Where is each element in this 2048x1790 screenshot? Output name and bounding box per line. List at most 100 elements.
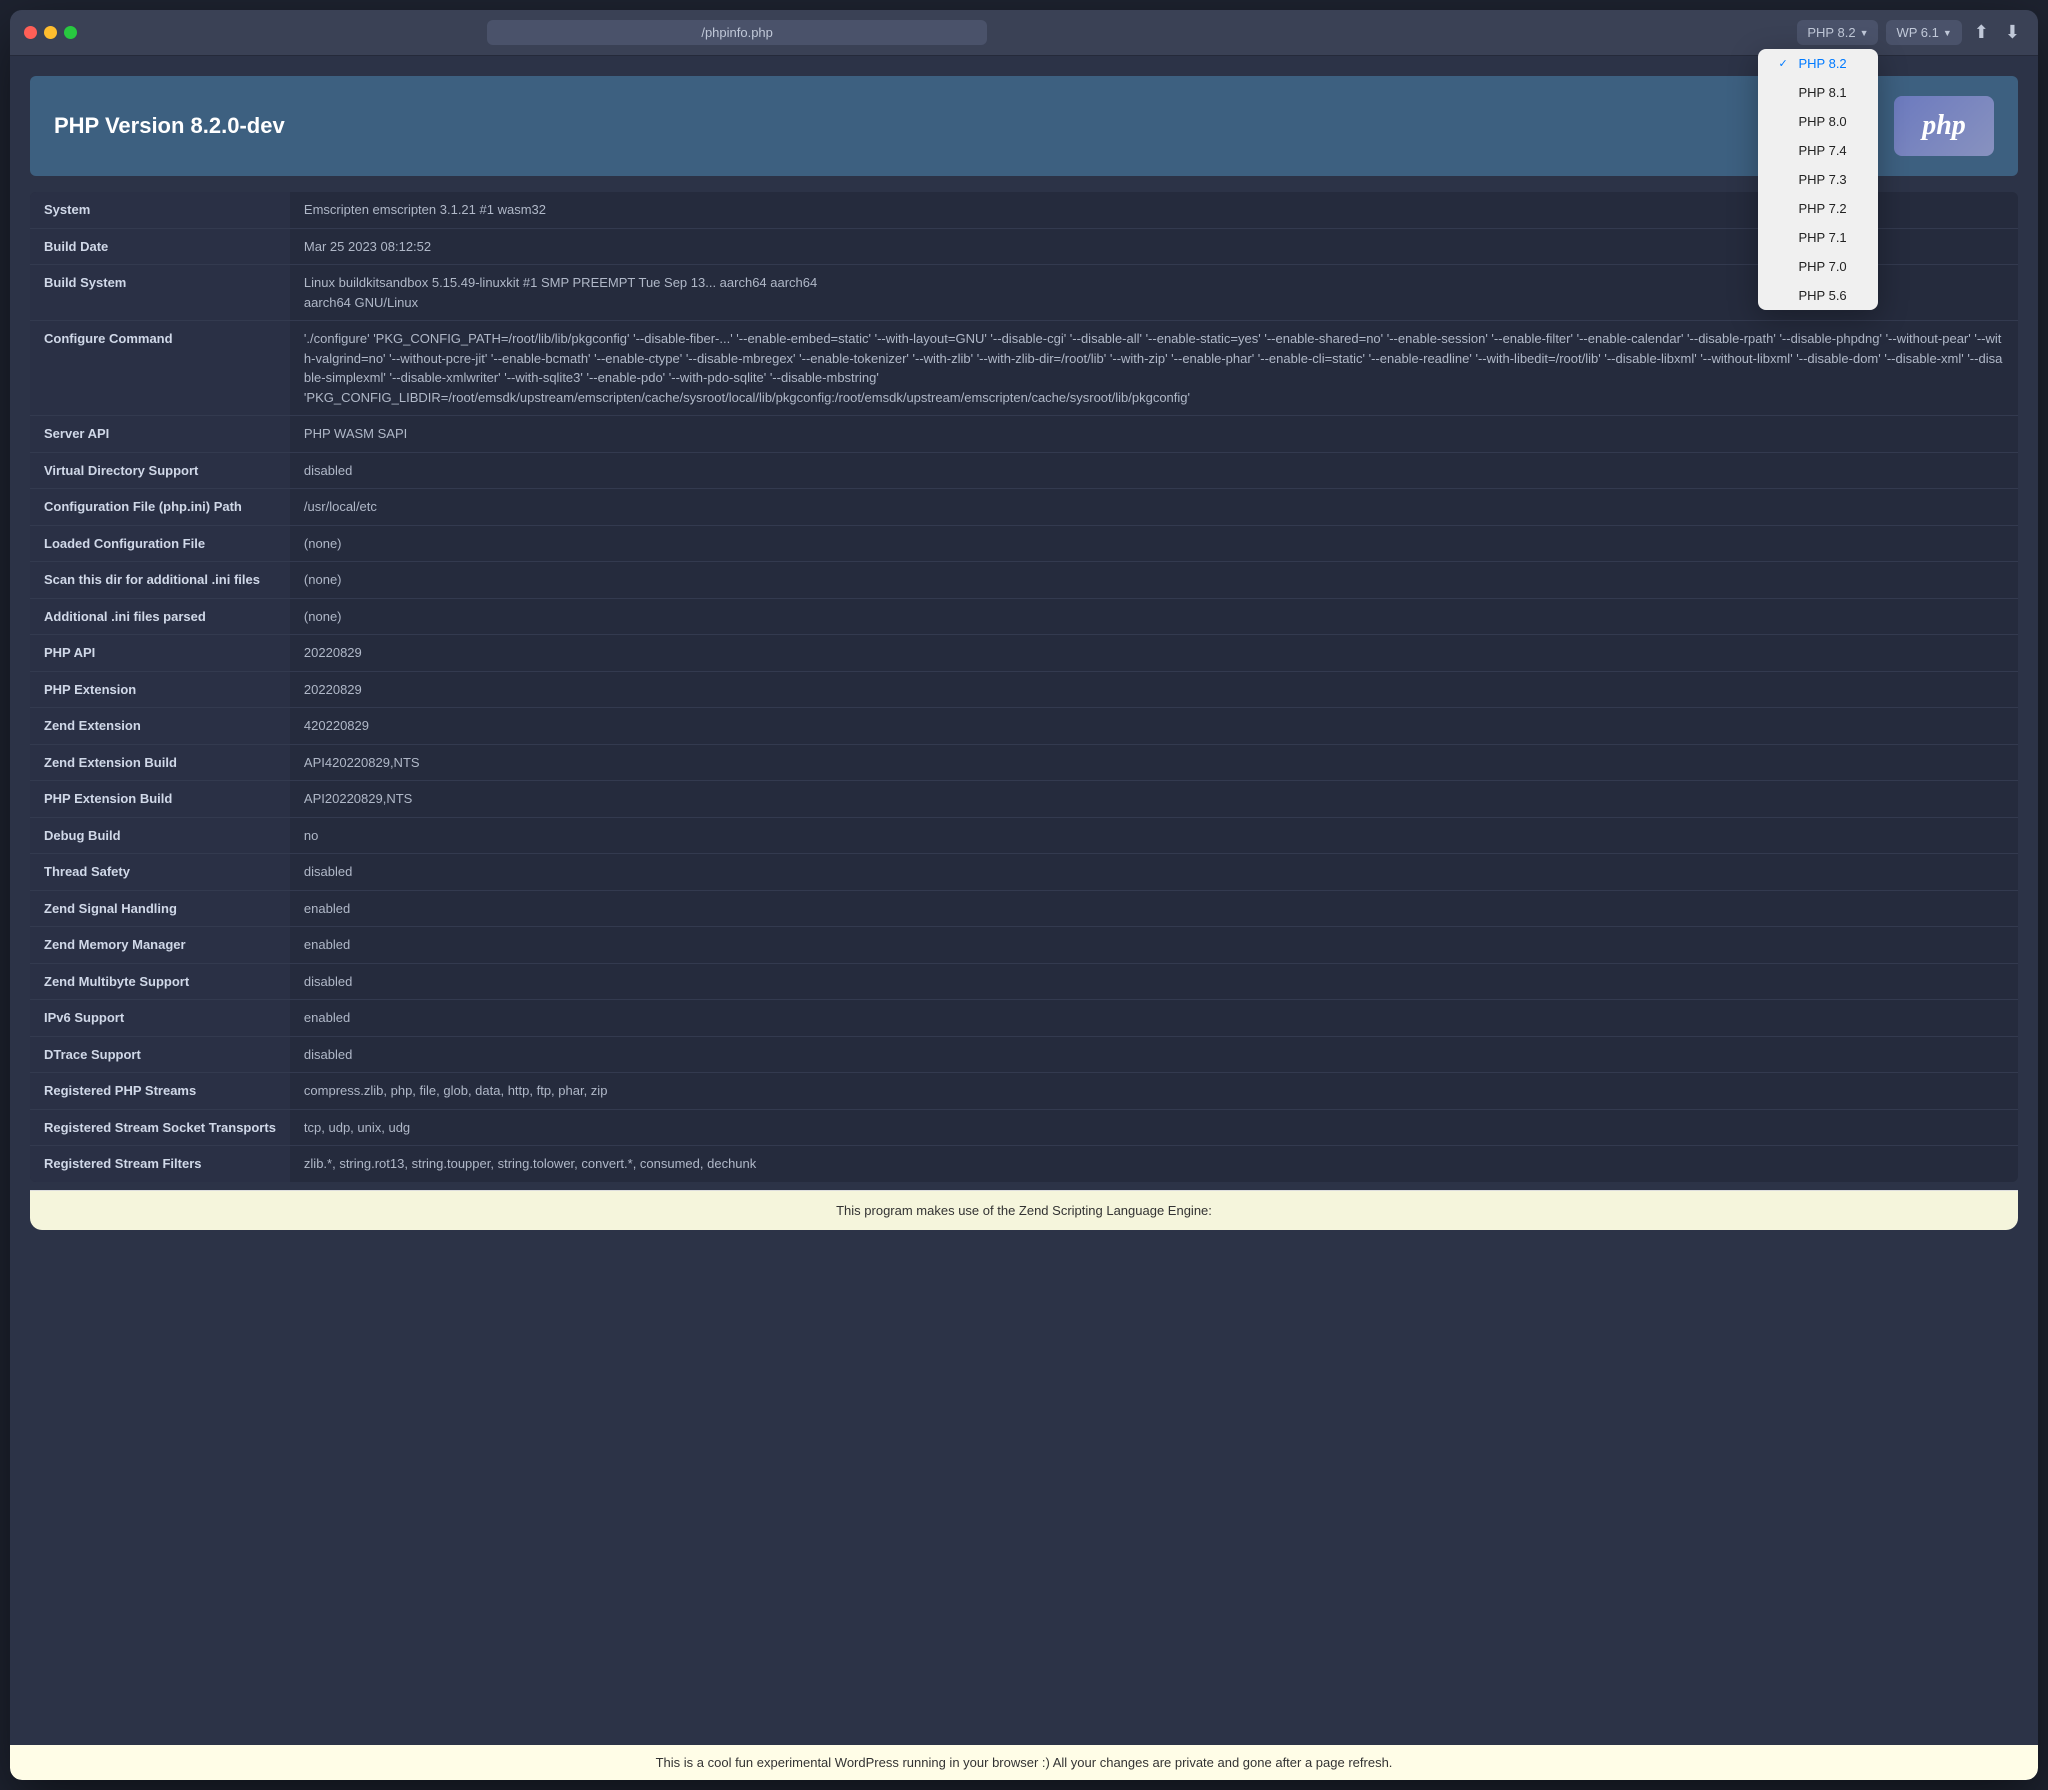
php-version-option-2[interactable]: PHP 8.0: [1758, 107, 1878, 136]
footer-note: This program makes use of the Zend Scrip…: [30, 1190, 2018, 1230]
row-label: Registered Stream Filters: [30, 1146, 290, 1182]
maximize-button[interactable]: [64, 26, 77, 39]
row-value: disabled: [290, 963, 2018, 1000]
table-row: Debug Buildno: [30, 817, 2018, 854]
table-row: Zend Extension BuildAPI420220829,NTS: [30, 744, 2018, 781]
row-label: Configuration File (php.ini) Path: [30, 489, 290, 526]
php-version-title: PHP Version 8.2.0-dev: [54, 113, 285, 139]
row-label: Zend Extension: [30, 708, 290, 745]
php-version-option-7[interactable]: PHP 7.0: [1758, 252, 1878, 281]
php-version-option-1[interactable]: PHP 8.1: [1758, 78, 1878, 107]
minimize-button[interactable]: [44, 26, 57, 39]
row-label: Thread Safety: [30, 854, 290, 891]
php-version-option-5[interactable]: PHP 7.2: [1758, 194, 1878, 223]
table-row: Registered Stream Filterszlib.*, string.…: [30, 1146, 2018, 1182]
row-value: compress.zlib, php, file, glob, data, ht…: [290, 1073, 2018, 1110]
table-row: Build DateMar 25 2023 08:12:52: [30, 228, 2018, 265]
table-row: Zend Signal Handlingenabled: [30, 890, 2018, 927]
table-row: Registered Stream Socket Transportstcp, …: [30, 1109, 2018, 1146]
row-label: Build System: [30, 265, 290, 321]
row-value: enabled: [290, 1000, 2018, 1037]
row-value: zlib.*, string.rot13, string.toupper, st…: [290, 1146, 2018, 1182]
row-label: Build Date: [30, 228, 290, 265]
table-row: Loaded Configuration File(none): [30, 525, 2018, 562]
php-version-option-0[interactable]: ✓ PHP 8.2: [1758, 49, 1878, 78]
table-row: SystemEmscripten emscripten 3.1.21 #1 wa…: [30, 192, 2018, 228]
row-value: './configure' 'PKG_CONFIG_PATH=/root/lib…: [290, 321, 2018, 416]
upload-button[interactable]: ⬆: [1970, 20, 1993, 45]
table-row: Build SystemLinux buildkitsandbox 5.15.4…: [30, 265, 2018, 321]
table-row: Configuration File (php.ini) Path/usr/lo…: [30, 489, 2018, 526]
row-value: enabled: [290, 927, 2018, 964]
row-value: disabled: [290, 452, 2018, 489]
table-row: PHP Extension20220829: [30, 671, 2018, 708]
php-version-option-4[interactable]: PHP 7.3: [1758, 165, 1878, 194]
php-version-option-6[interactable]: PHP 7.1: [1758, 223, 1878, 252]
titlebar: /phpinfo.php PHP 8.2 ✓ PHP 8.2 PHP 8.1: [10, 10, 2038, 56]
row-value: (none): [290, 598, 2018, 635]
table-row: Zend Multibyte Supportdisabled: [30, 963, 2018, 1000]
row-value: /usr/local/etc: [290, 489, 2018, 526]
row-label: System: [30, 192, 290, 228]
table-row: IPv6 Supportenabled: [30, 1000, 2018, 1037]
row-value: (none): [290, 525, 2018, 562]
table-row: Zend Extension420220829: [30, 708, 2018, 745]
php-version-button[interactable]: PHP 8.2: [1797, 20, 1878, 45]
table-row: Configure Command'./configure' 'PKG_CONF…: [30, 321, 2018, 416]
row-label: Zend Multibyte Support: [30, 963, 290, 1000]
row-value: PHP WASM SAPI: [290, 416, 2018, 453]
table-row: Registered PHP Streamscompress.zlib, php…: [30, 1073, 2018, 1110]
row-value: API420220829,NTS: [290, 744, 2018, 781]
row-label: Zend Signal Handling: [30, 890, 290, 927]
table-row: Virtual Directory Supportdisabled: [30, 452, 2018, 489]
row-label: Debug Build: [30, 817, 290, 854]
table-row: DTrace Supportdisabled: [30, 1036, 2018, 1073]
traffic-lights: [24, 26, 77, 39]
row-value: disabled: [290, 1036, 2018, 1073]
table-row: Server APIPHP WASM SAPI: [30, 416, 2018, 453]
php-version-option-3[interactable]: PHP 7.4: [1758, 136, 1878, 165]
table-row: PHP Extension BuildAPI20220829,NTS: [30, 781, 2018, 818]
row-value: no: [290, 817, 2018, 854]
row-value: tcp, udp, unix, udg: [290, 1109, 2018, 1146]
row-label: PHP API: [30, 635, 290, 672]
row-label: PHP Extension Build: [30, 781, 290, 818]
download-button[interactable]: ⬇: [2001, 20, 2024, 45]
row-label: Registered Stream Socket Transports: [30, 1109, 290, 1146]
row-value: enabled: [290, 890, 2018, 927]
row-label: Scan this dir for additional .ini files: [30, 562, 290, 599]
php-logo: php: [1894, 96, 1994, 156]
php-version-dropdown[interactable]: PHP 8.2 ✓ PHP 8.2 PHP 8.1 PHP 8.0: [1797, 20, 1878, 45]
row-value: disabled: [290, 854, 2018, 891]
row-label: Registered PHP Streams: [30, 1073, 290, 1110]
row-label: Loaded Configuration File: [30, 525, 290, 562]
row-value: 20220829: [290, 635, 2018, 672]
status-bar: This is a cool fun experimental WordPres…: [10, 1745, 2038, 1780]
table-row: Zend Memory Managerenabled: [30, 927, 2018, 964]
row-label: Server API: [30, 416, 290, 453]
close-button[interactable]: [24, 26, 37, 39]
row-label: Zend Memory Manager: [30, 927, 290, 964]
row-value: API20220829,NTS: [290, 781, 2018, 818]
php-version-option-8[interactable]: PHP 5.6: [1758, 281, 1878, 310]
checkmark-icon: ✓: [1778, 57, 1792, 70]
row-value: (none): [290, 562, 2018, 599]
row-value: 20220829: [290, 671, 2018, 708]
row-label: Zend Extension Build: [30, 744, 290, 781]
toolbar-right: PHP 8.2 ✓ PHP 8.2 PHP 8.1 PHP 8.0: [1797, 20, 2024, 45]
table-row: Thread Safetydisabled: [30, 854, 2018, 891]
table-row: PHP API20220829: [30, 635, 2018, 672]
row-label: PHP Extension: [30, 671, 290, 708]
row-label: Additional .ini files parsed: [30, 598, 290, 635]
info-table: SystemEmscripten emscripten 3.1.21 #1 wa…: [30, 192, 2018, 1182]
row-label: DTrace Support: [30, 1036, 290, 1073]
row-value: 420220829: [290, 708, 2018, 745]
php-header: PHP Version 8.2.0-dev php: [30, 76, 2018, 176]
table-row: Scan this dir for additional .ini files(…: [30, 562, 2018, 599]
url-bar[interactable]: /phpinfo.php: [487, 20, 987, 45]
wp-version-button[interactable]: WP 6.1: [1886, 20, 1961, 45]
row-label: Virtual Directory Support: [30, 452, 290, 489]
table-row: Additional .ini files parsed(none): [30, 598, 2018, 635]
row-label: Configure Command: [30, 321, 290, 416]
row-label: IPv6 Support: [30, 1000, 290, 1037]
